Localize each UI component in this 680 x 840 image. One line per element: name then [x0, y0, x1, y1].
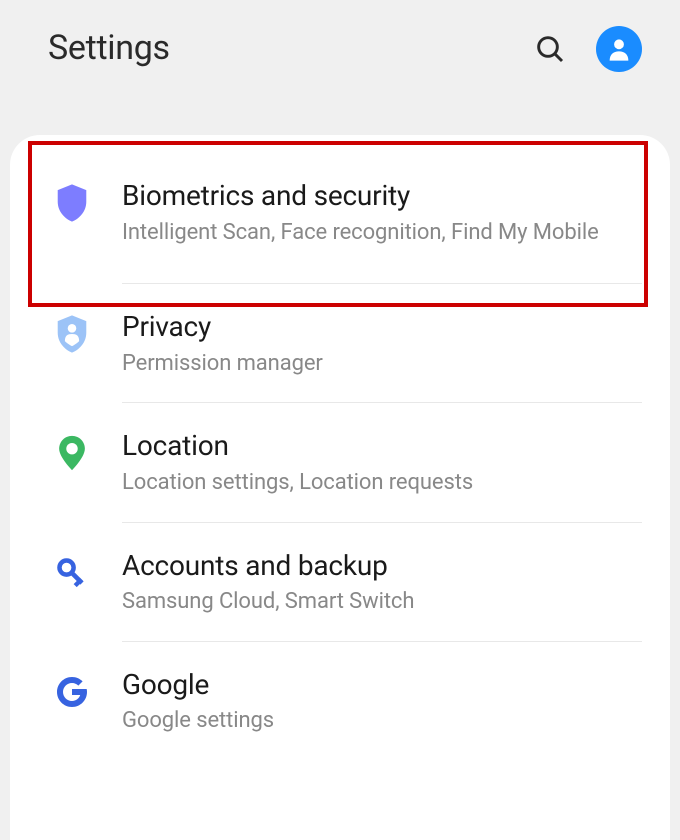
list-item-accounts[interactable]: Accounts and backup Samsung Cloud, Smart… [10, 523, 670, 641]
page-title: Settings [48, 28, 170, 68]
google-icon [44, 672, 100, 712]
item-content: Biometrics and security Intelligent Scan… [100, 179, 638, 247]
item-content: Accounts and backup Samsung Cloud, Smart… [100, 549, 638, 617]
profile-button[interactable] [596, 26, 642, 72]
item-title: Privacy [122, 310, 638, 344]
item-title: Google [122, 668, 638, 702]
header: Settings [0, 0, 680, 135]
settings-card: Biometrics and security Intelligent Scan… [10, 135, 670, 840]
item-title: Biometrics and security [122, 179, 638, 213]
item-subtitle: Samsung Cloud, Smart Switch [122, 588, 638, 617]
header-actions [532, 26, 642, 72]
search-button[interactable] [532, 31, 568, 67]
shield-icon [44, 183, 100, 223]
person-icon [605, 35, 633, 63]
search-icon [534, 33, 566, 65]
item-subtitle: Permission manager [122, 350, 638, 379]
item-content: Privacy Permission manager [100, 310, 638, 378]
list-item-privacy[interactable]: Privacy Permission manager [10, 284, 670, 402]
item-content: Location Location settings, Location req… [100, 429, 638, 497]
item-subtitle: Location settings, Location requests [122, 469, 638, 498]
item-subtitle: Intelligent Scan, Face recognition, Find… [122, 219, 638, 248]
item-title: Location [122, 429, 638, 463]
shield-person-icon [44, 314, 100, 354]
item-content: Google Google settings [100, 668, 638, 736]
list-item-location[interactable]: Location Location settings, Location req… [10, 403, 670, 521]
location-pin-icon [44, 433, 100, 473]
list-item-biometrics[interactable]: Biometrics and security Intelligent Scan… [10, 141, 670, 283]
item-title: Accounts and backup [122, 549, 638, 583]
key-icon [44, 553, 100, 593]
item-subtitle: Google settings [122, 707, 638, 736]
list-item-google[interactable]: Google Google settings [10, 642, 670, 760]
